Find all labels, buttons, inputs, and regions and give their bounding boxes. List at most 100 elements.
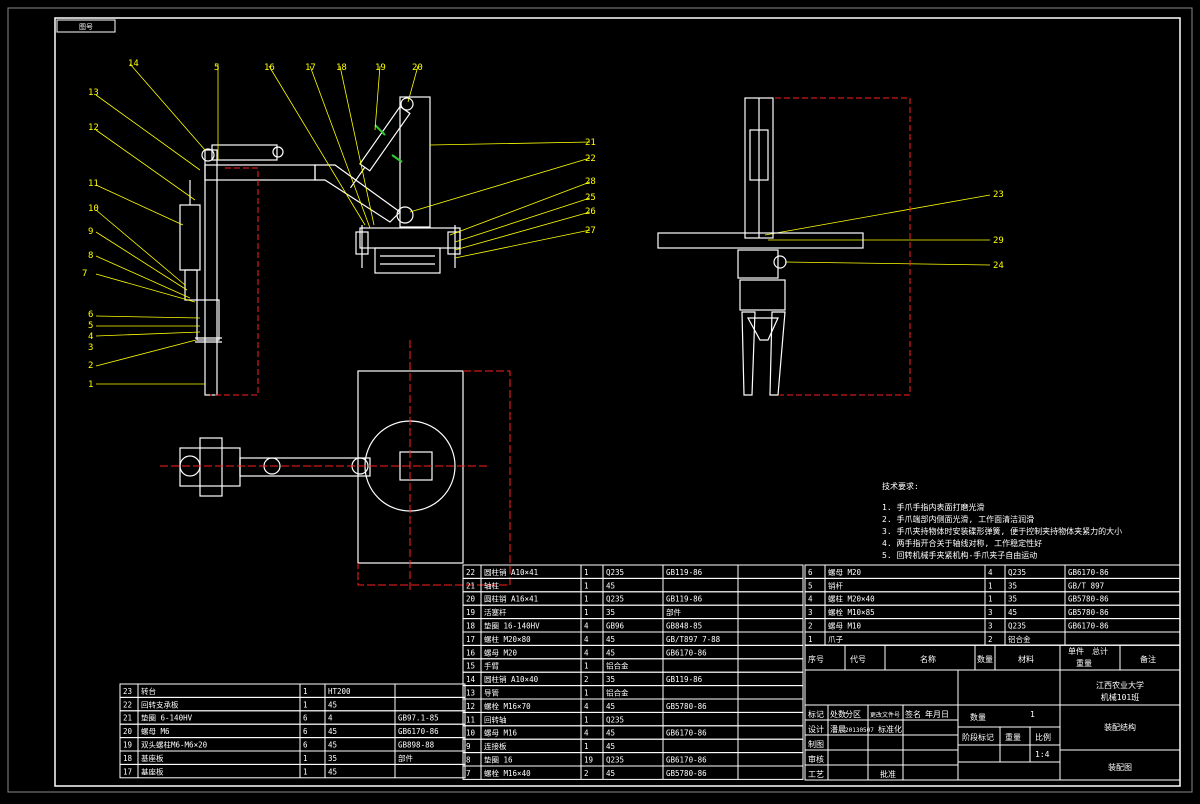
bom-right-cell-no: 8 [466,756,471,765]
bom-small-row: 6 螺母 M20 4 Q235 GB6170-86 [804,564,1181,579]
bom-left-cell-mat: HT200 [328,687,351,696]
bom-right-cell-mat: 45 [606,729,615,738]
label-19: 19 [375,63,386,73]
bom-small-cell-no: 2 [808,622,813,631]
bom-small-row: 5 销杆 1 35 GB/T 897 [804,577,1181,593]
bom-left-cell-mat: 35 [328,754,337,763]
bom-right-cell-no: 19 [466,608,475,617]
bom-small-cell-no: 3 [808,608,813,617]
bom-right-cell-std: 部件 [666,607,681,617]
bom-right-cell-qty: 1 [584,568,589,577]
bom-left-cell-name: 垫圈 6-140HV [141,713,193,723]
bom-right-cell-name: 垫圈 16-140HV [484,621,540,631]
class-name: 机械101班 [1101,692,1139,702]
hdr-remark: 备注 [1140,654,1156,664]
bom-right-cell-no: 22 [466,568,475,577]
gripper-head [739,279,786,311]
bom-right-cell-mat: 铝合金 [606,688,629,698]
label-27: 27 [585,226,596,236]
label-23: 23 [993,190,1004,200]
approve-label: 批准 [880,769,896,779]
bom-right-row: 20 圆柱销 A16×41 1 Q235 GB119-86 [462,591,804,606]
bom-right-cell-name: 回转轴 [484,714,507,724]
bom-right-cell-std: GB119-86 [666,595,703,604]
bom-right-row: 16 螺母 M20 4 45 GB6170-86 [462,644,804,660]
bom-small-cell-name: 爪子 [828,635,843,644]
bom-right-row: 7 螺栓 M16×40 2 45 GB5780-86 [462,765,804,780]
bom-right-row: 19 活塞杆 1 35 部件 [462,604,804,620]
bom-right-cell-std: GB5780-86 [666,769,707,778]
drawing-svg: 图号 13 12 11 10 9 8 7 6 5 4 3 2 1 14 5 16… [7,7,1193,793]
drawing-name: 装配结构 [1104,722,1136,732]
bom-right-cell-name: 圆柱销 A16×41 [484,594,538,604]
label-18: 18 [336,63,347,73]
label-7: 7 [82,269,87,279]
bom-right-row: 8 垫圈 16 19 Q235 GB6170-86 [462,752,804,767]
title-stamp: 图号 [79,23,93,31]
bom-right-row: 10 螺母 M16 4 45 GB6170-86 [462,725,804,740]
scale-label: 比例 [1035,732,1051,742]
bom-left-cell-no: 19 [123,741,132,750]
bom-left-cell-name: 转台 [141,686,156,696]
bom-right-cell-no: 7 [466,769,471,778]
bom-right-cell-no: 17 [466,635,475,644]
label-26: 26 [585,207,596,217]
bom-right-cell-name: 圆柱销 A10×40 [484,674,539,684]
label-3: 3 [88,343,93,353]
bom-left-cell-no: 23 [123,687,132,696]
bom-right-row: 17 螺柱 M20×80 4 45 GB/T897 7-88 [462,631,804,646]
bom-right-row: 9 连接板 1 45 [462,738,804,754]
bom-small-cell-no: 6 [808,568,813,577]
std-label: 标准化 [878,724,902,734]
bom-small-cell-mat: Q235 [1008,568,1026,577]
bom-left-row: 19 双头螺柱M6-M6×20 6 45 GB898-88 [119,737,466,752]
inner-frame [54,17,1181,787]
bom-small-cell-qty: 3 [988,622,993,631]
bom-right-cell-name: 螺栓 M16×70 [484,701,531,711]
label-14: 14 [128,59,139,69]
bom-small-cell-name: 销杆 [828,580,843,590]
bom-small-cell-no: 1 [808,635,813,644]
bom-small-cell-no: 5 [808,581,813,590]
count-label: 处数 [830,709,846,719]
label-24: 24 [993,261,1004,271]
bom-left-cell-no: 17 [123,767,132,776]
bom-small-cell-mat: 35 [1008,581,1017,590]
bom-right-row: 14 圆柱销 A10×40 2 35 GB119-86 [462,671,804,687]
bom-left-cell-qty: 6 [303,741,308,750]
bom-right-cell-mat: 35 [606,675,615,684]
bom-right-cell-std: GB6170-86 [666,729,707,738]
bom-small-row: 3 螺栓 M10×85 3 45 GB5780-86 [804,604,1181,620]
bom-left-cell-qty: 1 [303,700,308,709]
process-label: 工艺 [808,770,824,779]
bom-left-cell-mat: 45 [328,767,337,776]
bom-right-row: 11 回转轴 1 Q235 [462,711,804,727]
label-10: 10 [88,204,99,214]
hdr-name: 名称 [920,654,936,664]
bom-right-cell-no: 21 [466,581,475,590]
side-view [657,97,864,396]
label-5b: 5 [88,321,93,331]
bom-right-row: 15 手臂 1 铝合金 [462,658,804,673]
label-17: 17 [305,63,316,73]
bom-right-cell-mat: Q235 [606,595,624,604]
hdr-weight: 重量 [1076,658,1092,668]
weight-label: 重量 [1005,732,1021,742]
bom-right-cell-qty: 4 [584,635,589,644]
label-13: 13 [88,88,99,98]
bom-right-cell-no: 14 [466,675,476,684]
bom-left-row: 20 螺母 M6 6 45 GB6170-86 [119,723,466,739]
bom-right-cell-name: 螺栓 M16×40 [484,768,531,778]
bom-right-cell-qty: 4 [584,622,589,631]
bom-left-cell-no: 18 [123,754,133,763]
bom-right-cell-std: GB6170-86 [666,756,707,765]
bom-small-cell-std: GB6170-86 [1068,622,1109,631]
bom-small-cell-std: GB5780-86 [1068,595,1109,604]
bom-right-cell-name: 轴柱 [484,580,499,590]
bom-right-row: 13 导管 1 铝合金 [462,685,804,700]
label-5: 5 [214,63,219,73]
bom-right-cell-qty: 2 [584,769,589,778]
bom-right-cell-no: 10 [466,729,476,738]
sheet-name: 装配图 [1108,762,1132,772]
bom-left-cell-qty: 6 [303,714,308,723]
